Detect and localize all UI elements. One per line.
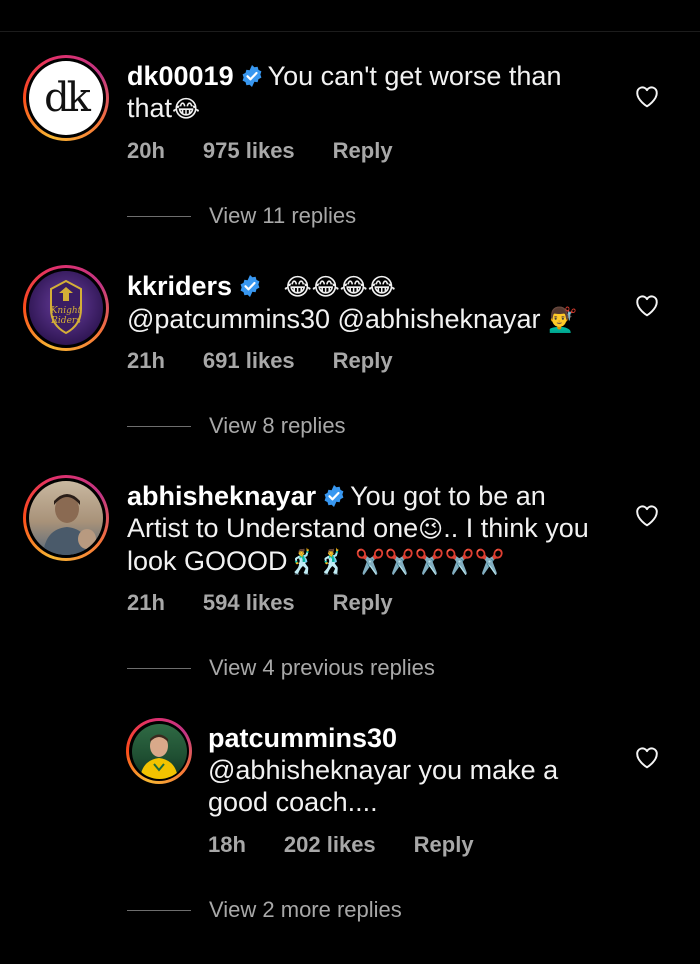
comment-text: look GOOOD xyxy=(127,546,288,576)
avatar: dk xyxy=(29,61,103,135)
replies-line xyxy=(127,667,191,669)
heart-outline-icon[interactable] xyxy=(634,84,660,108)
emoji: 😂 xyxy=(172,95,201,123)
view-replies-label: View 11 replies xyxy=(209,203,357,228)
emoji: 🕺🕺 ✂️✂️✂️✂️✂️ xyxy=(287,548,505,576)
heart-outline-icon[interactable] xyxy=(634,745,660,769)
svg-text:Riders: Riders xyxy=(50,316,81,326)
verified-badge-icon xyxy=(324,485,344,507)
view-replies-label: View 4 previous replies xyxy=(209,655,435,680)
replies-line xyxy=(127,909,191,911)
comment-time: 21h xyxy=(127,590,165,615)
comment-text: Artist to Understand one xyxy=(127,513,419,543)
top-divider xyxy=(0,31,700,32)
verified-badge-icon xyxy=(240,275,260,297)
comment-meta: 21h 594 likes Reply xyxy=(127,590,431,616)
like-count[interactable]: 691 likes xyxy=(203,348,295,373)
heart-outline-icon[interactable] xyxy=(634,293,660,317)
reply-button[interactable]: Reply xyxy=(414,832,474,857)
replies-line xyxy=(127,425,191,427)
emoji: 💇‍♂️ xyxy=(548,306,578,334)
avatar xyxy=(29,481,103,555)
comment-body: dk00019 You can't get worse than that😂 xyxy=(127,60,597,125)
reply-button[interactable]: Reply xyxy=(333,590,393,615)
comment-meta: 18h 202 likes Reply xyxy=(208,832,512,858)
avatar: Knight Riders xyxy=(29,271,103,345)
comment-meta: 21h 691 likes Reply xyxy=(127,348,431,374)
view-replies-button[interactable]: View 2 more replies xyxy=(127,897,402,923)
view-replies-button[interactable]: View 4 previous replies xyxy=(127,655,435,681)
story-ring[interactable] xyxy=(126,718,192,784)
view-replies-button[interactable]: View 8 replies xyxy=(127,413,346,439)
reply-button[interactable]: Reply xyxy=(333,348,393,373)
comment-time: 21h xyxy=(127,348,165,373)
avatar xyxy=(131,723,187,779)
person-photo xyxy=(139,734,178,779)
emoji: 😂😂😂😂 xyxy=(283,273,396,301)
comment-body: kkriders 😂😂😂😂 @patcummins30 @abhisheknay… xyxy=(127,270,607,336)
comment-username[interactable]: kkriders xyxy=(127,271,232,301)
mention-link[interactable]: @patcummins30 @abhisheknayar xyxy=(127,304,541,334)
verified-badge-icon xyxy=(242,65,261,87)
comment-text: You got to be an xyxy=(350,481,546,511)
view-replies-label: View 8 replies xyxy=(209,413,346,438)
comment-username[interactable]: dk00019 xyxy=(127,61,234,91)
reply-button[interactable]: Reply xyxy=(333,138,393,163)
story-ring[interactable] xyxy=(23,475,109,561)
comment-body: patcummins30 @abhisheknayar you make a g… xyxy=(208,722,618,818)
comment-username[interactable]: patcummins30 xyxy=(208,723,397,753)
heart-outline-icon[interactable] xyxy=(634,503,660,527)
replies-line xyxy=(127,215,191,217)
kkr-logo: Knight Riders xyxy=(50,279,82,335)
comment-body: abhisheknayar You got to be an Artist to … xyxy=(127,480,617,578)
avatar-logo: dk xyxy=(44,75,91,121)
view-replies-button[interactable]: View 11 replies xyxy=(127,203,356,229)
mention-link[interactable]: @abhisheknayar xyxy=(208,755,411,785)
comment-text: .. I think you xyxy=(443,513,589,543)
emoji: 😉 xyxy=(418,515,444,543)
comment-username[interactable]: abhisheknayar xyxy=(127,481,316,511)
svg-text:Knight: Knight xyxy=(50,306,82,316)
comment-text: you make a xyxy=(418,755,559,785)
like-count[interactable]: 975 likes xyxy=(203,138,295,163)
story-ring[interactable]: Knight Riders xyxy=(23,265,109,351)
comment-text: good coach.... xyxy=(208,787,378,817)
like-count[interactable]: 202 likes xyxy=(284,832,376,857)
story-ring[interactable]: dk xyxy=(23,55,109,141)
like-count[interactable]: 594 likes xyxy=(203,590,295,615)
comment-time: 20h xyxy=(127,138,165,163)
person-photo xyxy=(43,494,96,555)
view-replies-label: View 2 more replies xyxy=(209,897,402,922)
comment-meta: 20h 975 likes Reply xyxy=(127,138,431,164)
comment-time: 18h xyxy=(208,832,246,857)
